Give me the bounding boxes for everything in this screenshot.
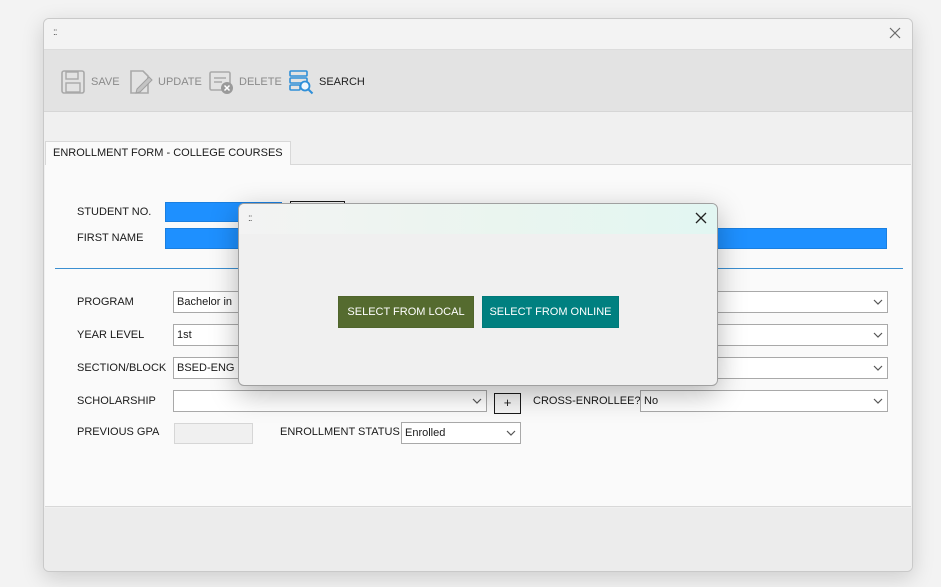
enrollment-status-label: ENROLLMENT STATUS [280, 426, 400, 438]
first-name-label: FIRST NAME [77, 232, 144, 244]
close-icon[interactable] [886, 24, 904, 42]
cross-enrollee-value: No [644, 395, 659, 407]
window-titlebar[interactable]: :: [44, 19, 912, 49]
enrollment-status-value: Enrolled [405, 427, 446, 439]
select-from-local-button[interactable]: SELECT FROM LOCAL [338, 296, 474, 328]
update-button[interactable]: UPDATE [127, 67, 202, 97]
window-grip: :: [53, 27, 57, 38]
chevron-down-icon [873, 332, 883, 338]
close-icon[interactable] [693, 210, 709, 226]
search-label: SEARCH [319, 76, 365, 88]
edit-document-icon [130, 70, 153, 94]
add-scholarship-button[interactable]: + [494, 393, 521, 414]
dialog-grip: :: [248, 213, 252, 224]
program-label: PROGRAM [77, 296, 134, 308]
program-value: Bachelor in [177, 296, 233, 308]
chevron-down-icon [472, 398, 482, 404]
toolbar: SAVE UPDATE DELETE SEARCH [44, 49, 912, 112]
cross-enrollee-select[interactable]: No [640, 390, 888, 412]
section-block-value: BSED-ENG 1 [177, 362, 244, 374]
save-button[interactable]: SAVE [60, 67, 120, 97]
window-footer [44, 508, 912, 571]
section-block-label: SECTION/BLOCK [77, 362, 167, 374]
delete-icon [209, 71, 233, 94]
delete-label: DELETE [239, 76, 282, 88]
update-label: UPDATE [158, 76, 202, 88]
cross-enrollee-label: CROSS-ENROLLEE? [533, 395, 641, 407]
search-icon [289, 70, 314, 95]
save-label: SAVE [91, 76, 120, 88]
scholarship-label: SCHOLARSHIP [77, 395, 156, 407]
chevron-down-icon [873, 398, 883, 404]
delete-button[interactable]: DELETE [208, 67, 282, 97]
select-source-dialog: :: SELECT FROM LOCAL SELECT FROM ONLINE [238, 203, 718, 386]
chevron-down-icon [873, 365, 883, 371]
tab-enrollment-form[interactable]: ENROLLMENT FORM - COLLEGE COURSES [45, 141, 291, 165]
year-level-label: YEAR LEVEL [77, 329, 145, 341]
previous-gpa-field[interactable] [174, 423, 253, 444]
chevron-down-icon [873, 299, 883, 305]
search-button[interactable]: SEARCH [288, 67, 365, 97]
enrollment-status-select[interactable]: Enrolled [401, 422, 521, 444]
student-no-label: STUDENT NO. [77, 206, 152, 218]
scholarship-select[interactable] [173, 390, 487, 412]
select-from-online-button[interactable]: SELECT FROM ONLINE [482, 296, 619, 328]
save-icon [61, 70, 85, 94]
chevron-down-icon [506, 430, 516, 436]
dialog-titlebar[interactable]: :: [239, 204, 717, 234]
previous-gpa-label: PREVIOUS GPA [77, 426, 160, 438]
year-level-value: 1st [177, 329, 192, 341]
